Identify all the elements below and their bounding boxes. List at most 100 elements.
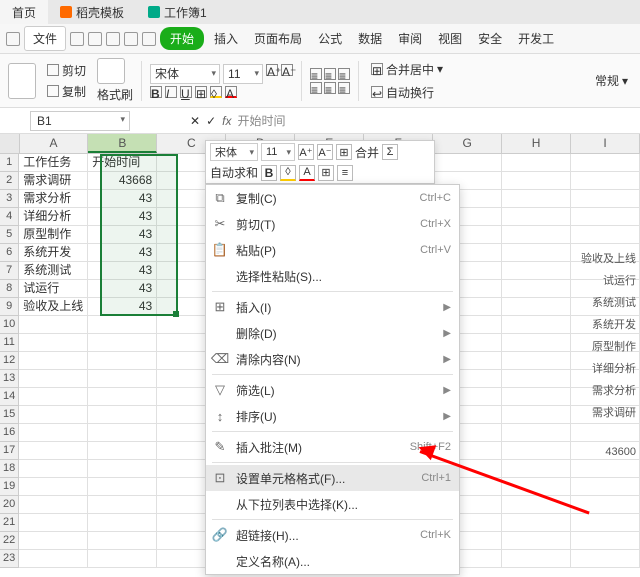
mini-border-icon[interactable]: ⊞: [318, 165, 334, 181]
wrap-button[interactable]: ↩自动换行: [367, 82, 447, 103]
ctx-item[interactable]: ⊞插入(I)▶: [206, 294, 459, 320]
cell[interactable]: [19, 352, 88, 370]
format-painter-button[interactable]: [97, 58, 125, 84]
cell[interactable]: [571, 514, 640, 532]
cell[interactable]: [502, 244, 571, 262]
cell[interactable]: [19, 424, 88, 442]
cell[interactable]: [502, 226, 571, 244]
underline-icon[interactable]: U: [180, 86, 192, 98]
cell[interactable]: [19, 442, 88, 460]
ctx-item[interactable]: 从下拉列表中选择(K)...: [206, 491, 459, 517]
cell[interactable]: [502, 190, 571, 208]
cell[interactable]: [502, 154, 571, 172]
cell[interactable]: [19, 550, 88, 568]
cell[interactable]: 43: [88, 208, 157, 226]
cell[interactable]: [19, 532, 88, 550]
row-header[interactable]: 6: [0, 244, 19, 262]
cell[interactable]: [571, 208, 640, 226]
cell[interactable]: [502, 442, 571, 460]
fx-icon[interactable]: fx: [222, 114, 231, 128]
menu-dev[interactable]: 开发工: [512, 27, 560, 50]
row-header[interactable]: 13: [0, 370, 19, 388]
row-header[interactable]: 2: [0, 172, 19, 190]
cell[interactable]: 需求分析: [19, 190, 88, 208]
fill-color-icon[interactable]: ◊: [210, 86, 222, 98]
cell[interactable]: 需求调研: [19, 172, 88, 190]
row-header[interactable]: 19: [0, 478, 19, 496]
cell[interactable]: [19, 478, 88, 496]
cut-button[interactable]: 剪切: [44, 61, 89, 80]
cell[interactable]: [88, 550, 157, 568]
ctx-item[interactable]: ▽筛选(L)▶: [206, 377, 459, 403]
italic-icon[interactable]: I: [165, 86, 177, 98]
menu-file[interactable]: 文件: [24, 26, 66, 51]
col-header[interactable]: A: [20, 134, 89, 153]
confirm-icon[interactable]: ✓: [206, 114, 216, 128]
cell[interactable]: 验收及上线: [19, 298, 88, 316]
row-header[interactable]: 17: [0, 442, 19, 460]
cell[interactable]: [19, 496, 88, 514]
cell[interactable]: [502, 172, 571, 190]
cell[interactable]: 43: [88, 244, 157, 262]
cell[interactable]: [88, 514, 157, 532]
col-header[interactable]: B: [88, 134, 157, 153]
cell[interactable]: 系统测试: [19, 262, 88, 280]
ctx-item[interactable]: 选择性粘贴(S)...: [206, 263, 459, 289]
cell[interactable]: 工作任务: [19, 154, 88, 172]
cell[interactable]: [88, 532, 157, 550]
mini-sum-icon[interactable]: Σ: [382, 144, 398, 160]
ctx-item[interactable]: 删除(D)▶: [206, 320, 459, 346]
col-header[interactable]: I: [571, 134, 640, 153]
col-header[interactable]: G: [433, 134, 502, 153]
cell[interactable]: [502, 514, 571, 532]
cell[interactable]: [571, 226, 640, 244]
cell[interactable]: [88, 316, 157, 334]
menu-view[interactable]: 视图: [432, 27, 468, 50]
tab-home[interactable]: 首页: [0, 0, 48, 24]
paste-button[interactable]: [8, 63, 36, 99]
cell[interactable]: 试运行: [19, 280, 88, 298]
cell[interactable]: [502, 352, 571, 370]
merge-button[interactable]: ⊞合并居中▾: [367, 59, 447, 80]
cell[interactable]: [88, 460, 157, 478]
cell[interactable]: [571, 172, 640, 190]
border-icon[interactable]: ⊞: [195, 86, 207, 98]
cell[interactable]: [19, 406, 88, 424]
app-menu-icon[interactable]: [6, 32, 20, 46]
cell[interactable]: 43: [88, 190, 157, 208]
number-format-select[interactable]: 常规▾: [591, 70, 632, 91]
save-icon[interactable]: [70, 32, 84, 46]
cell[interactable]: [502, 334, 571, 352]
decrease-font-icon[interactable]: A⁻: [281, 64, 293, 76]
mini-merge-label[interactable]: 合并: [355, 144, 379, 161]
row-header[interactable]: 22: [0, 532, 19, 550]
cell[interactable]: 43: [88, 280, 157, 298]
cell[interactable]: [502, 316, 571, 334]
align-left-icon[interactable]: ≡: [310, 82, 322, 94]
mini-size-select[interactable]: 11: [261, 143, 295, 161]
cell[interactable]: [19, 316, 88, 334]
mini-fill-icon[interactable]: ◊: [280, 165, 296, 181]
menu-formula[interactable]: 公式: [312, 27, 348, 50]
col-header[interactable]: H: [502, 134, 571, 153]
cell[interactable]: [502, 460, 571, 478]
cell[interactable]: [502, 388, 571, 406]
tab-template[interactable]: 稻壳模板: [48, 0, 136, 24]
cell[interactable]: 43: [88, 226, 157, 244]
row-header[interactable]: 11: [0, 334, 19, 352]
ctx-item[interactable]: ⌫清除内容(N)▶: [206, 346, 459, 372]
menu-insert[interactable]: 插入: [208, 27, 244, 50]
ctx-item[interactable]: 📋粘贴(P)Ctrl+V: [206, 237, 459, 263]
row-header[interactable]: 16: [0, 424, 19, 442]
cell[interactable]: [19, 514, 88, 532]
increase-font-icon[interactable]: A⁺: [266, 64, 278, 76]
row-header[interactable]: 18: [0, 460, 19, 478]
cell[interactable]: [571, 532, 640, 550]
row-header[interactable]: 12: [0, 352, 19, 370]
menu-review[interactable]: 审阅: [392, 27, 428, 50]
mini-inc-font-icon[interactable]: A⁺: [298, 144, 314, 160]
ctx-item[interactable]: ⧉复制(C)Ctrl+C: [206, 185, 459, 211]
align-mid-icon[interactable]: ≡: [324, 68, 336, 80]
cancel-icon[interactable]: ✕: [190, 114, 200, 128]
select-all-corner[interactable]: [0, 134, 20, 153]
